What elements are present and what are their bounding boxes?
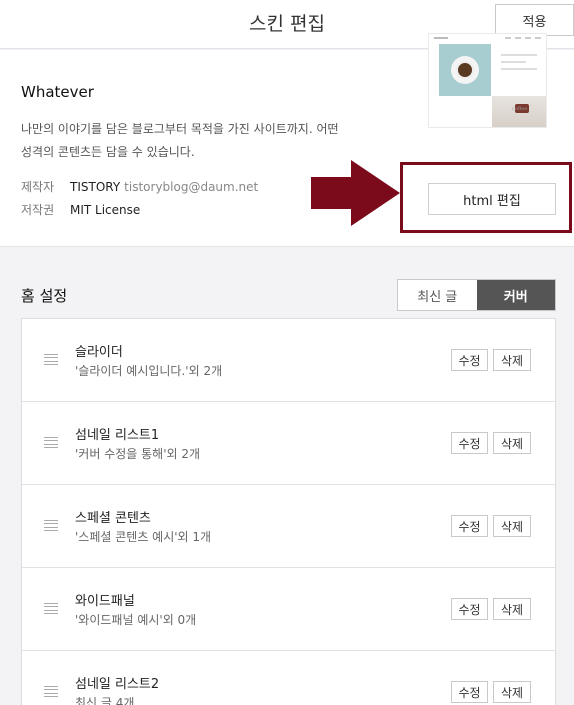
maker-row: 제작자 TISTORY tistoryblog@daum.net (21, 178, 258, 195)
list-item-title: 섬네일 리스트1 (75, 428, 160, 443)
maker-name: TISTORY (70, 180, 121, 194)
list-item-subtitle: '커버 수정을 통해'외 2개 (75, 447, 201, 461)
skin-preview-thumbnail (428, 33, 547, 128)
list-item: 와이드패널 '와이드패널 예시'외 0개 수정 삭제 (22, 568, 555, 651)
list-item-title: 섬네일 리스트2 (75, 677, 160, 692)
edit-button[interactable]: 수정 (451, 432, 488, 454)
list-item: 섬네일 리스트1 '커버 수정을 통해'외 2개 수정 삭제 (22, 402, 555, 485)
apply-button[interactable]: 적용 (495, 4, 574, 36)
home-mode-toggle: 최신 글 커버 (397, 279, 556, 311)
tab-cover[interactable]: 커버 (476, 280, 555, 310)
delete-button[interactable]: 삭제 (493, 432, 531, 454)
list-item-subtitle: 최신 글 4개 (75, 696, 135, 705)
copyright-value: MIT License (70, 203, 141, 217)
list-item-title: 슬라이더 (75, 345, 123, 360)
delete-button[interactable]: 삭제 (493, 515, 531, 537)
drag-handle-icon[interactable] (44, 520, 58, 531)
delete-button[interactable]: 삭제 (493, 349, 531, 371)
list-item: 섬네일 리스트2 최신 글 4개 수정 삭제 (22, 651, 555, 705)
list-item-subtitle: '슬라이더 예시입니다.'외 2개 (75, 364, 223, 378)
arrow-right-icon (311, 160, 400, 226)
maker-label: 제작자 (21, 180, 55, 194)
edit-button[interactable]: 수정 (451, 598, 488, 620)
list-item-title: 스페셜 콘텐츠 (75, 511, 151, 526)
copyright-row: 저작권 MIT License (21, 201, 140, 218)
drag-handle-icon[interactable] (44, 437, 58, 448)
thumbnail-caption: coffee (512, 106, 528, 112)
list-item-subtitle: '와이드패널 예시'외 0개 (75, 613, 197, 627)
copyright-label: 저작권 (21, 203, 55, 217)
maker-email: tistoryblog@daum.net (124, 180, 259, 194)
cover-list: 슬라이더 '슬라이더 예시입니다.'외 2개 수정 삭제 섬네일 리스트1 '커… (21, 318, 556, 705)
drag-handle-icon[interactable] (44, 603, 58, 614)
list-item: 스페셜 콘텐츠 '스페셜 콘텐츠 예시'외 1개 수정 삭제 (22, 485, 555, 568)
tab-latest-posts[interactable]: 최신 글 (398, 280, 477, 310)
skin-name: Whatever (21, 83, 94, 101)
edit-button[interactable]: 수정 (451, 515, 488, 537)
edit-button[interactable]: 수정 (451, 681, 488, 703)
edit-button[interactable]: 수정 (451, 349, 488, 371)
delete-button[interactable]: 삭제 (493, 598, 531, 620)
list-item-title: 와이드패널 (75, 594, 135, 609)
home-settings-title: 홈 설정 (21, 287, 68, 305)
list-item: 슬라이더 '슬라이더 예시입니다.'외 2개 수정 삭제 (22, 319, 555, 402)
page-title: 스킨 편집 (249, 13, 325, 35)
drag-handle-icon[interactable] (44, 686, 58, 697)
highlight-box (400, 162, 572, 233)
delete-button[interactable]: 삭제 (493, 681, 531, 703)
drag-handle-icon[interactable] (44, 354, 58, 365)
skin-description: 나만의 이야기를 담은 블로그부터 목적을 가진 사이트까지. 어떤 성격의 콘… (21, 122, 339, 159)
list-item-subtitle: '스페셜 콘텐츠 예시'외 1개 (75, 530, 212, 544)
